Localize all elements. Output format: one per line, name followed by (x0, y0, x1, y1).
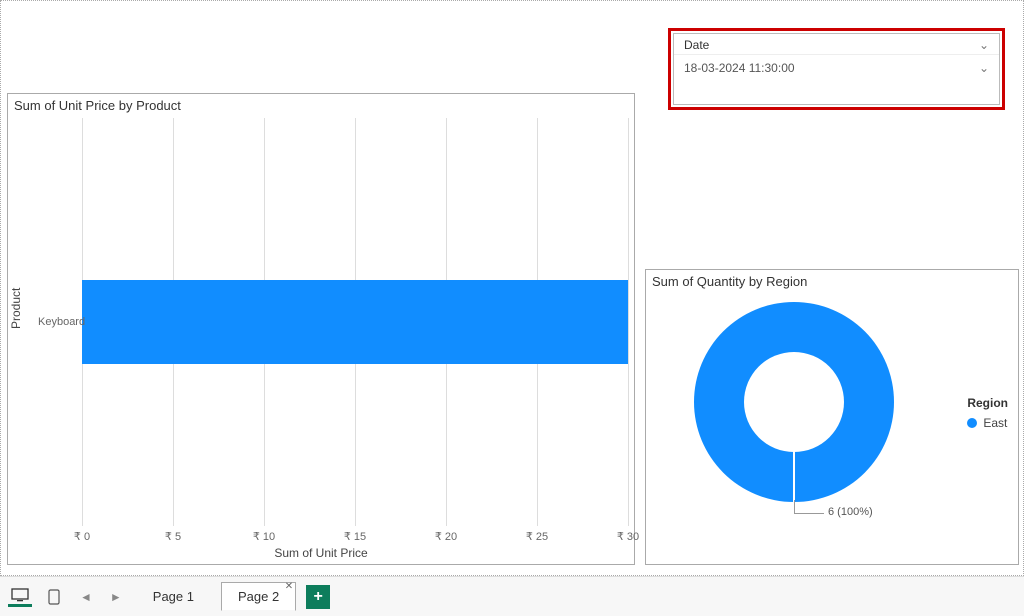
page-tab-bar: ◄ ► Page 1 Page 2 ✕ + (0, 576, 1024, 616)
slicer-header[interactable]: Date ⌄ (674, 34, 999, 54)
desktop-view-button[interactable] (8, 587, 32, 607)
donut-slice-east[interactable] (694, 302, 894, 502)
bar-x-axis-title: Sum of Unit Price (8, 546, 634, 560)
x-tick: ₹ 10 (253, 530, 275, 543)
tab-label: Page 2 (238, 589, 279, 604)
gridline (628, 118, 629, 526)
x-tick: ₹ 20 (435, 530, 457, 543)
x-tick: ₹ 5 (165, 530, 181, 543)
donut-plot-area (694, 302, 894, 502)
add-page-button[interactable]: + (306, 585, 330, 609)
donut-legend: Region East (967, 396, 1008, 430)
donut-chart-visual[interactable]: Sum of Quantity by Region 6 (100%) Regio… (645, 269, 1019, 565)
donut-chart-title: Sum of Quantity by Region (646, 270, 1018, 289)
bar-plot-area (82, 118, 628, 526)
bar-y-axis-title: Product (9, 288, 23, 329)
legend-title: Region (967, 396, 1008, 410)
date-slicer[interactable]: Date ⌄ 18-03-2024 11:30:00 ⌄ (673, 33, 1000, 105)
x-tick: ₹ 30 (617, 530, 639, 543)
close-icon[interactable]: ✕ (285, 581, 293, 592)
donut-seam (793, 402, 795, 502)
tab-page-1[interactable]: Page 1 (136, 582, 211, 611)
prev-page-button[interactable]: ◄ (76, 590, 96, 604)
mobile-view-button[interactable] (42, 587, 66, 607)
slicer-selected-value: 18-03-2024 11:30:00 (684, 61, 795, 75)
donut-data-label: 6 (100%) (828, 506, 873, 518)
bar-keyboard[interactable] (82, 280, 628, 364)
bar-x-ticks: ₹ 0 ₹ 5 ₹ 10 ₹ 15 ₹ 20 ₹ 25 ₹ 30 (82, 530, 628, 544)
legend-item-east[interactable]: East (967, 416, 1008, 430)
chevron-down-icon[interactable]: ⌄ (979, 38, 989, 52)
x-tick: ₹ 15 (344, 530, 366, 543)
chevron-down-icon[interactable]: ⌄ (979, 61, 989, 75)
tab-page-2[interactable]: Page 2 ✕ (221, 582, 296, 611)
slicer-field-label: Date (684, 38, 709, 52)
x-tick: ₹ 25 (526, 530, 548, 543)
donut-leader-line (794, 500, 824, 514)
bar-category-label: Keyboard (38, 316, 85, 328)
legend-swatch-icon (967, 418, 977, 428)
slicer-dropdown[interactable]: 18-03-2024 11:30:00 ⌄ (674, 54, 999, 81)
bar-chart-visual[interactable]: Sum of Unit Price by Product Product Key… (7, 93, 635, 565)
bar-chart-title: Sum of Unit Price by Product (8, 94, 634, 113)
tab-label: Page 1 (153, 589, 194, 604)
legend-item-label: East (983, 416, 1007, 430)
x-tick: ₹ 0 (74, 530, 90, 543)
next-page-button[interactable]: ► (106, 590, 126, 604)
report-canvas: Date ⌄ 18-03-2024 11:30:00 ⌄ Sum of Unit… (0, 0, 1024, 576)
